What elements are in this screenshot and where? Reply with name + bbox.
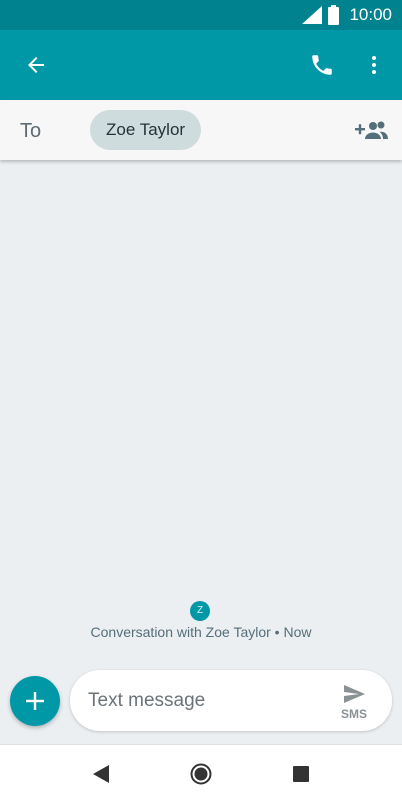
back-button[interactable] [12,30,60,100]
more-vert-icon [372,56,376,74]
contact-avatar: Z [190,601,210,621]
signal-icon [302,6,323,24]
top-app-bar [0,30,402,100]
recipient-bar: To Zoe Taylor [0,100,402,160]
home-circle-icon [190,763,212,785]
attach-button[interactable] [10,676,60,726]
status-time: 10:00 [349,5,392,24]
add-person-icon [355,121,388,139]
nav-recents-button[interactable] [286,759,316,789]
compose-bar: SMS [70,670,392,731]
recipient-chip[interactable]: Zoe Taylor [90,110,202,150]
phone-icon [312,55,332,75]
to-label: To [20,120,42,142]
send-button[interactable]: SMS [334,676,374,726]
nav-back-button[interactable] [86,759,116,789]
call-button[interactable] [298,30,346,100]
system-navigation-bar [0,744,402,805]
status-bar: 10:00 [0,0,402,30]
send-icon [344,684,365,703]
overflow-menu-button[interactable] [350,30,398,100]
nav-home-button[interactable] [186,759,216,789]
battery-icon [328,5,340,25]
send-type-label: SMS [340,706,367,721]
add-recipient-button[interactable] [354,114,390,146]
conversation-info: Conversation with Zoe Taylor • Now [90,624,312,640]
status-icons: 10:00 [302,0,392,30]
back-triangle-icon [93,765,109,783]
message-input[interactable] [88,670,318,731]
plus-icon [26,692,44,710]
arrow-back-icon [28,57,44,73]
recents-square-icon [293,766,309,782]
